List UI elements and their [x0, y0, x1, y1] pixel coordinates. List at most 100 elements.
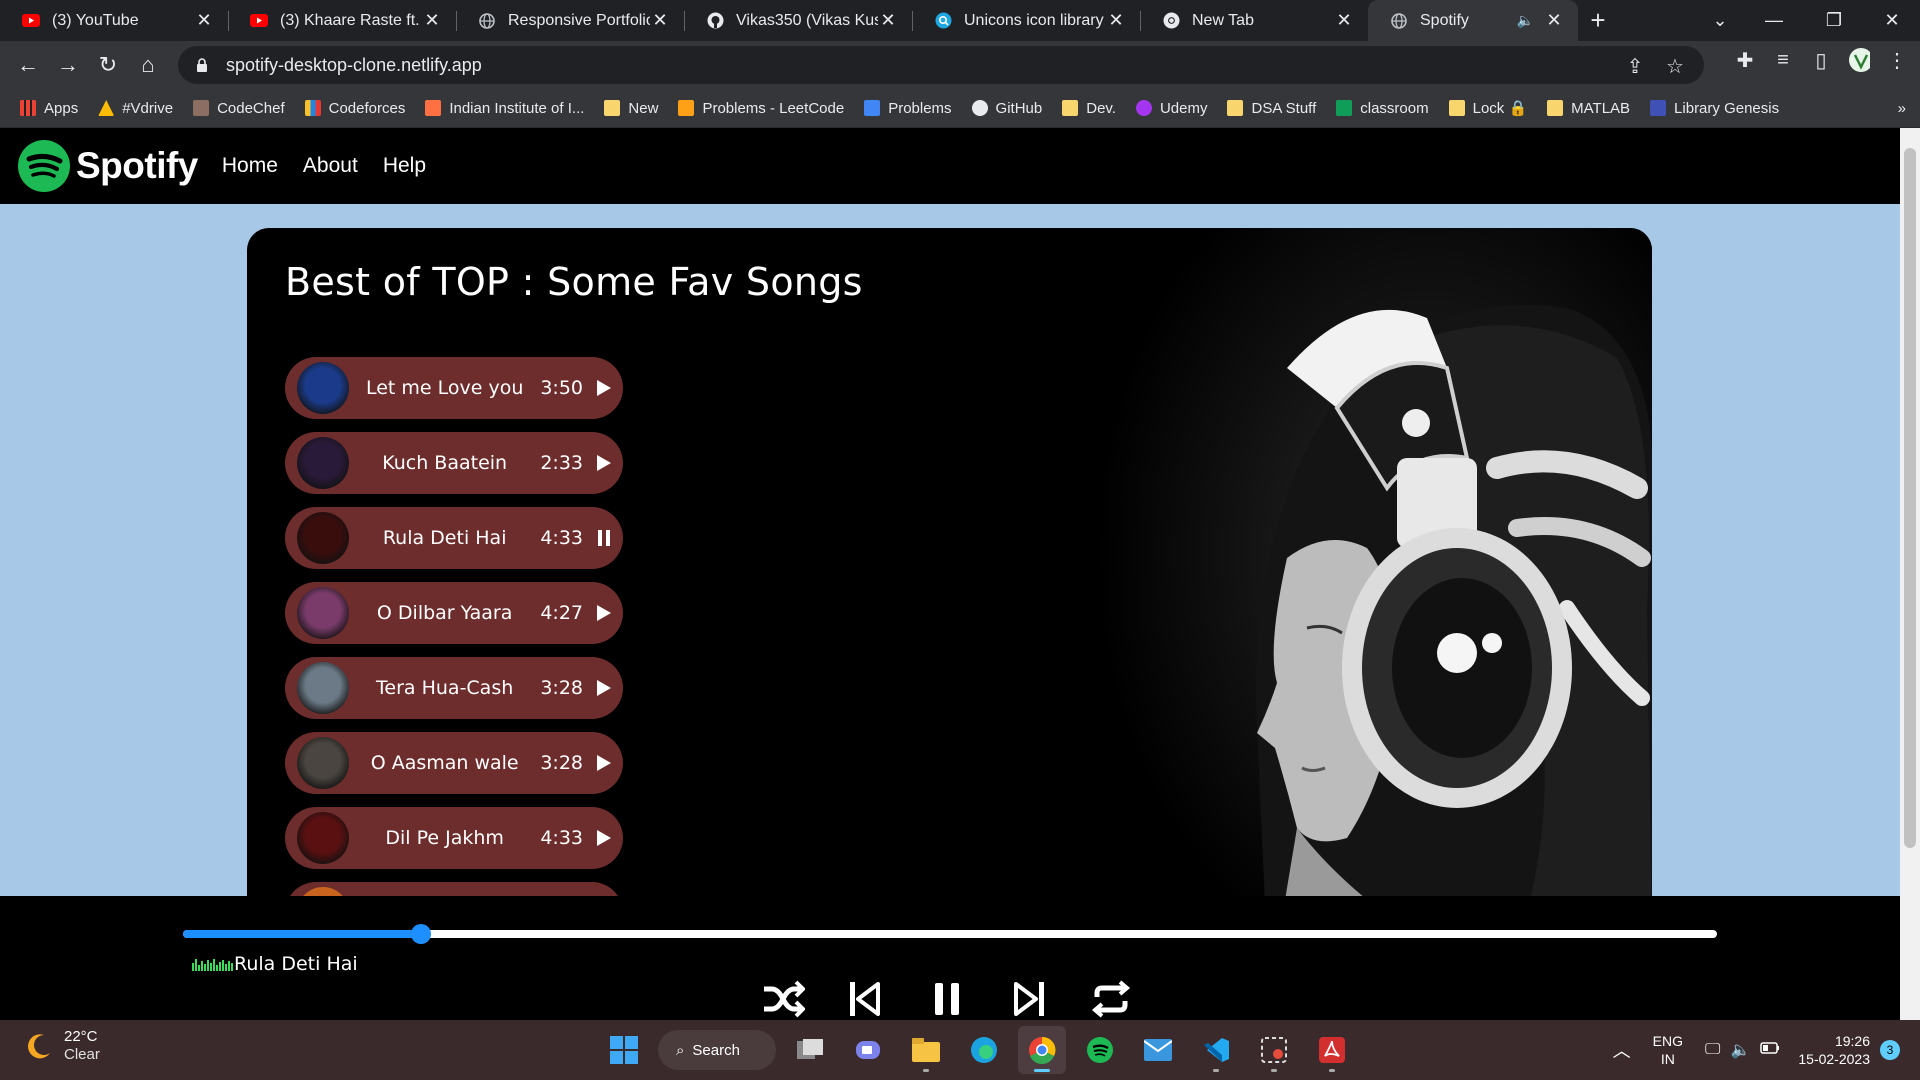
scrollbar-thumb[interactable]	[1904, 148, 1916, 848]
snipping-tool-icon[interactable]	[1250, 1026, 1298, 1074]
play-icon[interactable]	[593, 677, 615, 699]
bookmark-apps[interactable]: Apps	[20, 100, 78, 117]
mail-app-icon[interactable]	[1134, 1026, 1182, 1074]
profile-avatar[interactable]	[1848, 48, 1870, 72]
forward-button[interactable]: →	[48, 45, 88, 85]
song-row[interactable]: O Aasman wale 3:28	[285, 732, 623, 794]
close-tab-icon[interactable]: ✕	[422, 10, 442, 31]
song-row[interactable]: Rula Deti Hai 4:33	[285, 507, 623, 569]
next-track-icon[interactable]	[1004, 974, 1054, 1020]
bookmark-problems[interactable]: Problems	[864, 100, 952, 117]
acrobat-reader-icon[interactable]	[1308, 1026, 1356, 1074]
browser-tab[interactable]: (3) Khaare Raste ft. Ya ✕	[228, 0, 456, 41]
play-icon[interactable]	[593, 752, 615, 774]
vscode-icon[interactable]	[1192, 1026, 1240, 1074]
restore-button[interactable]: ❐	[1806, 0, 1862, 41]
nav-help-link[interactable]: Help	[383, 154, 426, 178]
bookmark-github[interactable]: GitHub	[971, 100, 1042, 117]
battery-icon[interactable]	[1760, 1041, 1780, 1059]
menu-kebab-icon[interactable]: ⋮	[1886, 49, 1908, 72]
notification-badge[interactable]: 3	[1880, 1040, 1900, 1060]
nav-home-link[interactable]: Home	[222, 154, 278, 178]
bookmark-label: Dev.	[1086, 99, 1116, 117]
play-icon[interactable]	[593, 827, 615, 849]
chevron-up-icon[interactable]: ︿	[1613, 1037, 1631, 1063]
brand-logo[interactable]: Spotify	[18, 140, 198, 192]
start-button[interactable]	[600, 1026, 648, 1074]
taskbar-search[interactable]: ⌕ Search	[658, 1030, 776, 1070]
spotify-app-icon[interactable]	[1076, 1026, 1124, 1074]
new-tab-button[interactable]: +	[1578, 0, 1618, 41]
more-bookmarks-button[interactable]: »	[1898, 100, 1906, 117]
browser-tab[interactable]: Responsive Portfolio W ✕	[456, 0, 684, 41]
progress-thumb[interactable]	[410, 924, 431, 944]
address-bar[interactable]: spotify-desktop-clone.netlify.app ⇪ ☆	[178, 46, 1704, 84]
song-duration: 3:50	[540, 377, 583, 399]
network-icon[interactable]: 🖵	[1705, 1041, 1720, 1059]
browser-tab-active[interactable]: Spotify 🔈 ✕	[1368, 0, 1578, 41]
volume-icon[interactable]: 🔈	[1730, 1040, 1750, 1060]
bookmark-vdrive[interactable]: #Vdrive	[98, 100, 173, 117]
bookmark-folder-matlab[interactable]: MATLAB	[1547, 100, 1630, 117]
shuffle-icon[interactable]	[758, 974, 808, 1020]
bookmark-star-icon[interactable]: ☆	[1664, 55, 1686, 78]
close-tab-icon[interactable]: ✕	[1334, 10, 1354, 31]
previous-track-icon[interactable]	[840, 974, 890, 1020]
play-icon[interactable]	[593, 452, 615, 474]
weather-condition: Clear	[64, 1046, 100, 1063]
side-panel-icon[interactable]: ▯	[1810, 49, 1832, 72]
teams-chat-icon[interactable]	[844, 1026, 892, 1074]
weather-widget[interactable]: 22°C Clear	[24, 1028, 100, 1064]
pause-icon[interactable]	[593, 527, 615, 549]
play-icon[interactable]	[593, 602, 615, 624]
song-row[interactable]: Dil Pe Jakhm 4:33	[285, 807, 623, 869]
chrome-taskbar-icon[interactable]	[1018, 1026, 1066, 1074]
bookmark-udemy[interactable]: Udemy	[1135, 100, 1207, 117]
repeat-icon[interactable]	[1086, 974, 1136, 1020]
close-tab-icon[interactable]: ✕	[1544, 10, 1564, 31]
bookmark-folder-dev[interactable]: Dev.	[1062, 100, 1116, 117]
song-row[interactable]: O Dilbar Yaara 4:27	[285, 582, 623, 644]
bookmark-folder-lock[interactable]: Lock 🔒	[1448, 99, 1527, 117]
tab-search-icon[interactable]: ⌄	[1692, 0, 1748, 41]
browser-tab[interactable]: Vikas350 (Vikas Kushw ✕	[684, 0, 912, 41]
tab-title: Vikas350 (Vikas Kushw	[736, 11, 878, 29]
play-icon[interactable]	[593, 377, 615, 399]
bookmark-libgen[interactable]: Library Genesis	[1650, 100, 1779, 117]
file-explorer-icon[interactable]	[902, 1026, 950, 1074]
bookmark-folder-new[interactable]: New	[604, 100, 658, 117]
progress-slider[interactable]	[183, 924, 1717, 944]
reload-button[interactable]: ↻	[88, 45, 128, 85]
close-tab-icon[interactable]: ✕	[194, 10, 214, 31]
speaker-icon[interactable]: 🔈	[1517, 12, 1534, 29]
pause-icon[interactable]	[922, 974, 972, 1020]
share-icon[interactable]: ⇪	[1624, 55, 1646, 78]
bookmark-iiit[interactable]: Indian Institute of I...	[425, 100, 584, 117]
close-tab-icon[interactable]: ✕	[1106, 10, 1126, 31]
song-row[interactable]: Let me Love you 3:50	[285, 357, 623, 419]
close-tab-icon[interactable]: ✕	[878, 10, 898, 31]
bookmark-leetcode[interactable]: Problems - LeetCode	[678, 100, 844, 117]
nav-about-link[interactable]: About	[303, 154, 358, 178]
bookmark-codechef[interactable]: CodeChef	[193, 100, 285, 117]
browser-tab[interactable]: (3) YouTube ✕	[0, 0, 228, 41]
browser-tab[interactable]: Unicons icon library | ✕	[912, 0, 1140, 41]
bookmark-codeforces[interactable]: Codeforces	[304, 100, 405, 117]
song-row[interactable]: Tera Hua-Cash 3:28	[285, 657, 623, 719]
back-button[interactable]: ←	[8, 45, 48, 85]
song-row[interactable]: Kuch Baatein 2:33	[285, 432, 623, 494]
browser-tab[interactable]: New Tab ✕	[1140, 0, 1368, 41]
minimize-button[interactable]: —	[1746, 0, 1802, 41]
extensions-icon[interactable]: ✚	[1734, 49, 1756, 72]
task-view-icon[interactable]	[786, 1026, 834, 1074]
close-window-button[interactable]: ✕	[1864, 0, 1920, 41]
home-button[interactable]: ⌂	[128, 45, 168, 85]
bookmark-folder-dsa[interactable]: DSA Stuff	[1227, 100, 1316, 117]
edge-browser-icon[interactable]	[960, 1026, 1008, 1074]
page-scrollbar[interactable]	[1900, 128, 1920, 1020]
language-indicator[interactable]: ENG IN	[1653, 1032, 1683, 1068]
media-control-icon[interactable]: ≡	[1772, 49, 1794, 71]
clock[interactable]: 19:26 15-02-2023	[1798, 1032, 1870, 1068]
close-tab-icon[interactable]: ✕	[650, 10, 670, 31]
bookmark-classroom[interactable]: classroom	[1336, 100, 1429, 117]
